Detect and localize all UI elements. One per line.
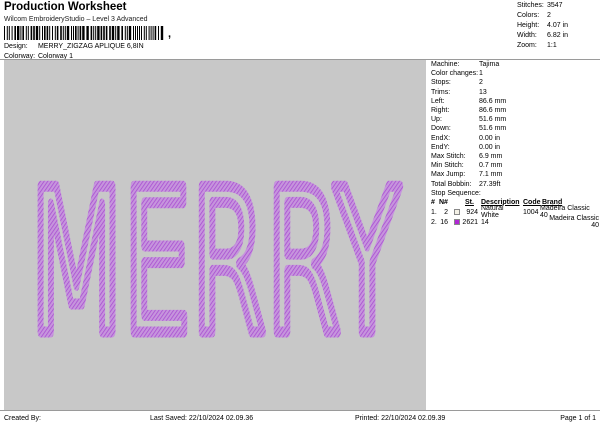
stat-height: Height: 4.07 in — [517, 22, 569, 29]
info-down: Down: 51.6 mm — [431, 125, 507, 133]
info-up: Up: 51.6 mm — [431, 116, 507, 124]
page-title: Production Worksheet — [4, 1, 127, 13]
info-trims: Trims: 13 — [431, 88, 487, 96]
barcode — [4, 26, 164, 40]
col-needle: N# — [439, 198, 448, 206]
info-right: Right: 86.6 mm — [431, 107, 507, 115]
info-machine: Machine: Tajima — [431, 61, 500, 69]
design-label: Design: — [4, 43, 28, 50]
footer: Created By: Last Saved: 22/10/2024 02.09… — [0, 410, 600, 424]
info-max-stitch: Max Stitch: 6.9 mm — [431, 152, 503, 160]
design-stats: Stitches: 3547 Colors: 2 Height: 4.07 in Wi… — [517, 2, 568, 52]
stat-colors: Colors: 2 — [517, 12, 551, 19]
merry-text: MERRY — [30, 147, 400, 380]
software-subtitle: Wilcom EmbroideryStudio – Level 3 Advanc… — [4, 16, 148, 23]
stat-stitches: Stitches: 3547 — [517, 2, 563, 9]
printed-date: Printed: 22/10/2024 02.09.39 — [355, 415, 446, 422]
barcode-suffix: , — [168, 28, 172, 40]
design-value: MERRY_ZIGZAG APLIQUE 6,8IN — [37, 43, 144, 50]
info-left: Left: 86.6 mm — [431, 97, 507, 105]
last-saved: Last Saved: 22/10/2024 02.09.36 — [150, 415, 254, 422]
created-by: Created By: — [4, 415, 41, 422]
machine-info: Machine: Tajima Color changes: 1 Stops: 2 T… — [431, 60, 599, 198]
design-preview: MERRY — [4, 60, 426, 410]
info-stops: Stops: 2 — [431, 79, 483, 87]
col-st: St. — [465, 198, 474, 206]
info-max-jump: Max Jump: 7.1 mm — [431, 171, 503, 179]
col-index: # — [431, 198, 435, 206]
info-endx: EndX: 0.00 in — [431, 134, 501, 142]
merry-artwork: MERRY — [25, 142, 406, 386]
stat-width: Width: 6.82 in — [517, 32, 569, 39]
info-total-bobbin: Total Bobbin: 27.39ft — [431, 180, 501, 188]
info-min-stitch: Min Stitch: 0.7 mm — [431, 162, 503, 170]
stop-row: 2. 16 2621 14 Madeira Classic 40 — [431, 215, 599, 229]
stat-zoom: Zoom: 1:1 — [517, 42, 557, 49]
info-color-changes: Color changes: 1 — [431, 70, 483, 78]
page-number: Page 1 of 1 — [560, 415, 596, 422]
design-row: Design: MERRY_ZIGZAG APLIQUE 6,8IN — [4, 43, 144, 50]
info-endy: EndY: 0.00 in — [431, 143, 501, 151]
